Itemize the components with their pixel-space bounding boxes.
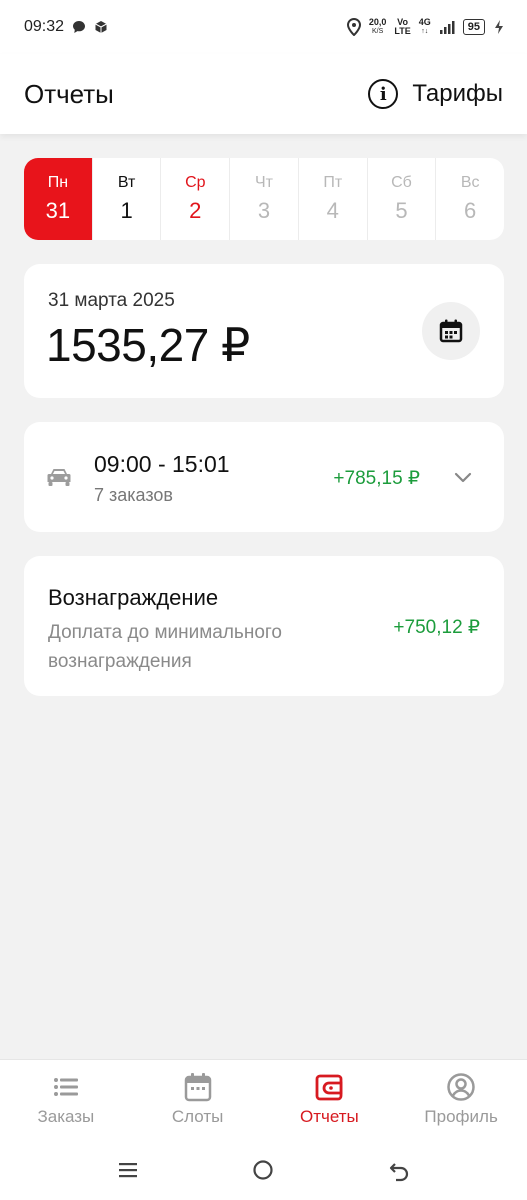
message-icon bbox=[73, 21, 86, 33]
shift-orders-count: 7 заказов bbox=[94, 485, 173, 505]
day-name: Пт bbox=[323, 174, 343, 191]
reward-description: Доплата до минимального вознаграждения bbox=[48, 622, 282, 672]
profile-icon bbox=[447, 1073, 475, 1101]
bottom-nav: Заказы Слоты Отчеты Профиль bbox=[0, 1059, 527, 1139]
nav-reports-label: Отчеты bbox=[299, 1107, 359, 1126]
nav-orders[interactable]: Заказы bbox=[0, 1060, 132, 1139]
day-date: 5 bbox=[395, 198, 408, 223]
day-sun: Вс 6 bbox=[435, 158, 504, 240]
app-bar: Отчеты i Тарифы bbox=[0, 54, 527, 134]
summary-date: 31 марта 2025 bbox=[48, 290, 175, 311]
chevron-down-icon[interactable] bbox=[452, 466, 474, 488]
home-icon[interactable] bbox=[251, 1158, 275, 1182]
shift-time-range: 09:00 - 15:01 bbox=[94, 451, 230, 477]
wallet-icon bbox=[315, 1074, 343, 1101]
box-icon bbox=[95, 21, 107, 33]
status-time: 09:32 bbox=[24, 18, 65, 35]
day-name: Сб bbox=[391, 174, 412, 191]
summary-amount: 1535,27 ₽ bbox=[46, 319, 250, 371]
location-icon bbox=[346, 18, 361, 36]
nav-profile[interactable]: Профиль bbox=[395, 1060, 527, 1139]
info-icon: i bbox=[368, 79, 399, 109]
status-right: 20,0 K/S Vo LTE 4G ↑↓ 95 bbox=[346, 18, 505, 36]
daily-summary-card: 31 марта 2025 1535,27 ₽ bbox=[24, 264, 504, 398]
day-date: 31 bbox=[45, 198, 71, 223]
nav-reports[interactable]: Отчеты bbox=[264, 1060, 396, 1139]
calendar-slots-icon bbox=[184, 1073, 211, 1102]
tariffs-button[interactable]: i Тарифы bbox=[368, 79, 503, 109]
day-date: 2 bbox=[189, 198, 202, 223]
nav-profile-label: Профиль bbox=[424, 1107, 498, 1126]
day-date: 1 bbox=[120, 198, 133, 223]
system-nav-bar bbox=[0, 1139, 527, 1200]
week-selector: Пн 31 Вт 1 Ср 2 Чт 3 Пт 4 Сб 5 Вс 6 bbox=[24, 158, 504, 240]
day-sat: Сб 5 bbox=[366, 158, 436, 240]
network-type: 4G bbox=[418, 17, 431, 27]
nav-slots[interactable]: Слоты bbox=[132, 1060, 264, 1139]
signal-icon bbox=[439, 21, 455, 34]
net-speed-value: 20,0 bbox=[368, 17, 387, 27]
day-name: Вт bbox=[117, 174, 136, 191]
day-tue[interactable]: Вт 1 bbox=[91, 158, 161, 240]
net-speed: 20,0 K/S bbox=[369, 18, 387, 36]
day-date: 3 bbox=[257, 198, 271, 223]
reward-card: Вознаграждение Доплата до минимального в… bbox=[24, 556, 504, 696]
charging-icon bbox=[495, 20, 503, 34]
reward-title: Вознаграждение bbox=[48, 585, 219, 610]
battery-indicator: 95 bbox=[462, 19, 485, 35]
day-mon[interactable]: Пн 31 bbox=[24, 158, 92, 240]
day-name: Пн bbox=[47, 174, 69, 191]
nav-slots-label: Слоты bbox=[171, 1107, 224, 1126]
list-icon bbox=[53, 1078, 78, 1096]
reward-amount: +750,12 ₽ bbox=[393, 617, 480, 638]
network-indicator: 4G ↑↓ bbox=[419, 18, 431, 36]
menu-icon[interactable] bbox=[116, 1158, 140, 1182]
calendar-icon bbox=[439, 319, 463, 343]
day-name: Вс bbox=[460, 174, 480, 191]
tariffs-label: Тарифы bbox=[412, 80, 503, 107]
shift-card[interactable]: 09:00 - 15:01 7 заказов +785,15 ₽ bbox=[24, 422, 504, 532]
volte-bottom: LTE bbox=[394, 26, 411, 36]
day-name: Чт bbox=[255, 174, 274, 191]
day-wed[interactable]: Ср 2 bbox=[160, 158, 229, 240]
network-arrows-icon: ↑↓ bbox=[421, 28, 429, 35]
calendar-button[interactable] bbox=[422, 302, 480, 360]
day-fri: Пт 4 bbox=[297, 158, 367, 240]
shift-amount: +785,15 ₽ bbox=[333, 468, 420, 489]
net-speed-unit: K/S bbox=[371, 28, 384, 35]
status-left: 09:32 bbox=[24, 18, 108, 36]
nav-orders-label: Заказы bbox=[37, 1107, 95, 1126]
day-name: Ср bbox=[185, 174, 206, 191]
volte-indicator: Vo LTE bbox=[394, 18, 410, 36]
day-date: 4 bbox=[326, 198, 339, 223]
back-icon[interactable] bbox=[387, 1158, 411, 1182]
car-icon bbox=[47, 469, 71, 486]
status-bar: 09:32 20,0 K/S Vo LTE 4G ↑↓ 95 bbox=[0, 0, 527, 54]
battery-level: 95 bbox=[467, 20, 480, 33]
day-thu: Чт 3 bbox=[229, 158, 298, 240]
page-title: Отчеты bbox=[24, 78, 114, 109]
day-date: 6 bbox=[464, 198, 477, 223]
